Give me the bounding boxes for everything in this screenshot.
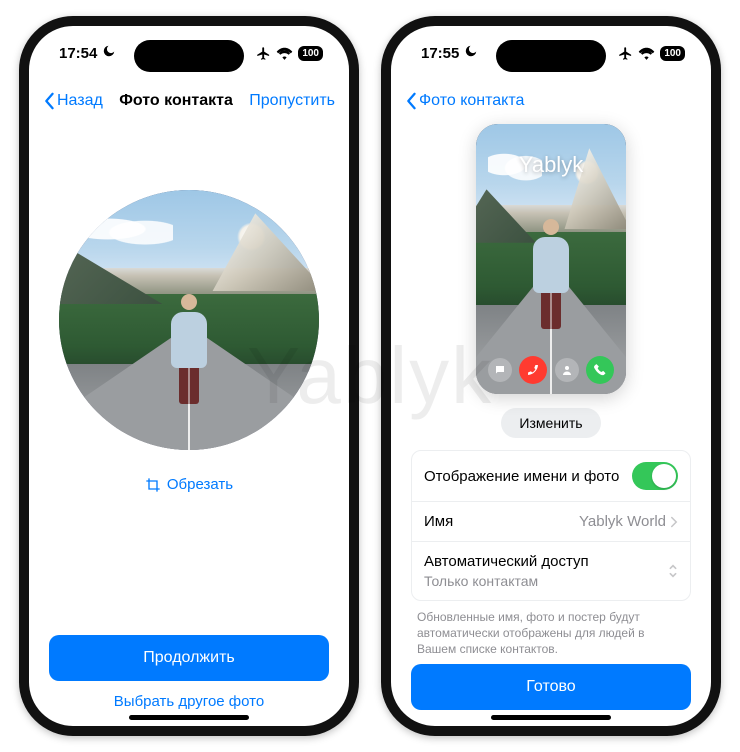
nav-bar: Фото контакта bbox=[391, 80, 711, 122]
back-button[interactable]: Назад bbox=[43, 92, 103, 110]
chevron-left-icon bbox=[43, 92, 55, 110]
back-button[interactable]: Фото контакта bbox=[405, 92, 524, 110]
cell-name[interactable]: Имя Yablyk World bbox=[412, 502, 690, 542]
chevron-right-icon bbox=[670, 516, 678, 528]
share-toggle[interactable] bbox=[632, 462, 678, 490]
message-icon bbox=[488, 358, 512, 382]
nav-bar: Назад Фото контакта Пропустить bbox=[29, 80, 349, 122]
dynamic-island bbox=[496, 40, 606, 72]
phone-right: 17:55 100 Фото контакта Yablyk bbox=[381, 16, 721, 736]
status-time: 17:54 bbox=[59, 44, 116, 62]
settings-footnote: Обновленные имя, фото и постер будут авт… bbox=[411, 601, 691, 658]
contact-card-icon bbox=[555, 358, 579, 382]
moon-icon bbox=[464, 44, 478, 58]
crop-icon bbox=[145, 477, 161, 493]
airplane-icon bbox=[618, 46, 633, 61]
edit-button[interactable]: Изменить bbox=[501, 408, 600, 438]
nav-title: Фото контакта bbox=[103, 92, 249, 110]
accept-call-icon bbox=[586, 356, 614, 384]
skip-button[interactable]: Пропустить bbox=[249, 92, 335, 110]
cell-label: Отображение имени и фото bbox=[424, 468, 619, 485]
cell-share-name-photo[interactable]: Отображение имени и фото bbox=[412, 451, 690, 502]
poster-name-label: Yablyk bbox=[476, 152, 626, 178]
home-indicator[interactable] bbox=[129, 715, 249, 720]
cell-value: Только контактам bbox=[424, 573, 538, 589]
decline-call-icon bbox=[519, 356, 547, 384]
back-label: Фото контакта bbox=[419, 92, 524, 110]
moon-icon bbox=[102, 44, 116, 58]
dynamic-island bbox=[134, 40, 244, 72]
wifi-icon bbox=[276, 47, 293, 60]
cell-label: Автоматический доступ bbox=[424, 553, 589, 570]
battery-percent: 100 bbox=[660, 46, 685, 61]
continue-button[interactable]: Продолжить bbox=[49, 635, 329, 681]
battery-indicator: 100 bbox=[660, 46, 685, 61]
cell-auto-access[interactable]: Автоматический доступ Только контактам bbox=[412, 542, 690, 600]
wifi-icon bbox=[638, 47, 655, 60]
done-button[interactable]: Готово bbox=[411, 664, 691, 710]
chevron-left-icon bbox=[405, 92, 417, 110]
back-label: Назад bbox=[57, 92, 103, 110]
battery-indicator: 100 bbox=[298, 46, 323, 61]
choose-other-photo-button[interactable]: Выбрать другое фото bbox=[49, 693, 329, 710]
airplane-icon bbox=[256, 46, 271, 61]
cell-value: Yablyk World bbox=[579, 513, 666, 530]
crop-button[interactable]: Обрезать bbox=[49, 476, 329, 493]
home-indicator[interactable] bbox=[491, 715, 611, 720]
crop-label: Обрезать bbox=[167, 476, 233, 493]
settings-list: Отображение имени и фото Имя Yablyk Worl… bbox=[411, 450, 691, 601]
phone-left: 17:54 100 Назад Фото контакта Пропустить bbox=[19, 16, 359, 736]
contact-photo-preview[interactable] bbox=[59, 190, 319, 450]
battery-percent: 100 bbox=[298, 46, 323, 61]
contact-poster-preview[interactable]: Yablyk bbox=[476, 124, 626, 394]
cell-label: Имя bbox=[424, 513, 453, 530]
status-time: 17:55 bbox=[421, 44, 478, 62]
updown-chevron-icon bbox=[668, 563, 678, 579]
call-controls-preview bbox=[476, 356, 626, 384]
